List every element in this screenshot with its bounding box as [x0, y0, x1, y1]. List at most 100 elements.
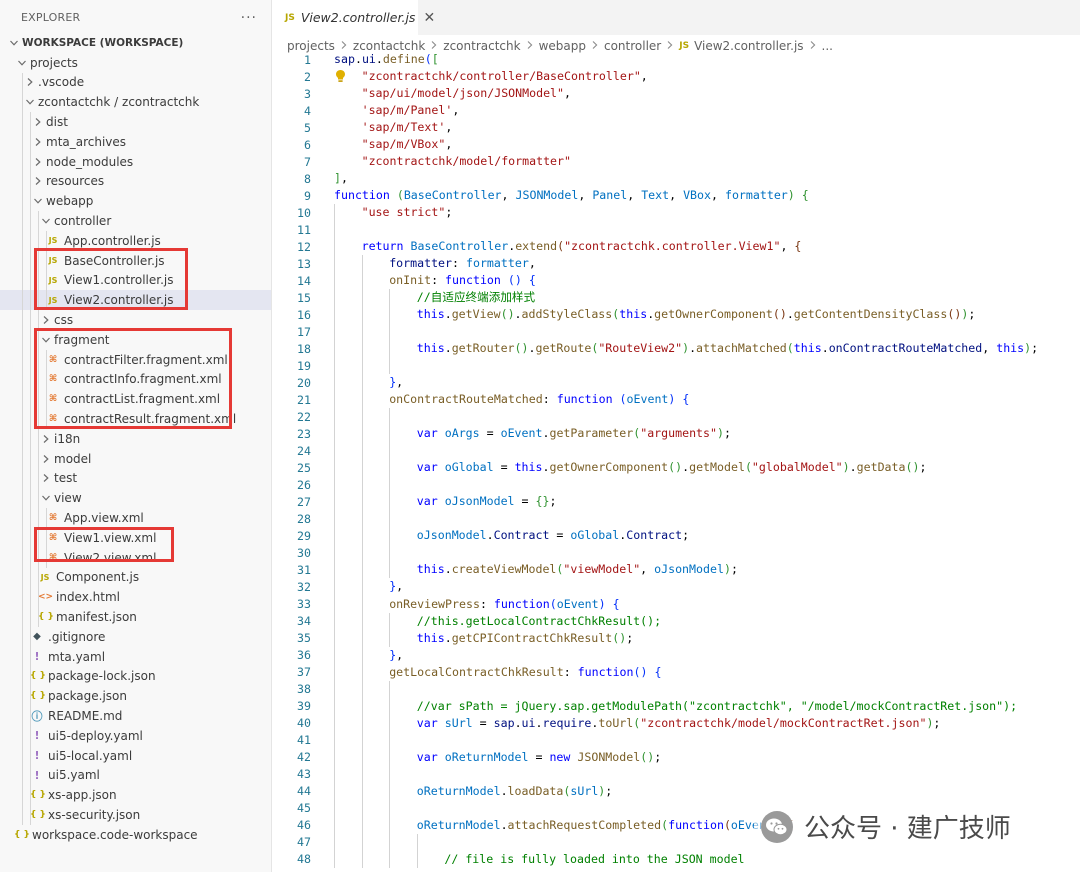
tree-item-label: View1.controller.js [64, 273, 174, 288]
indent-guide [38, 310, 39, 330]
more-actions-icon[interactable]: ··· [241, 10, 257, 26]
indent-guide [361, 799, 363, 817]
line-number: 39 [297, 699, 311, 714]
indent-guide [30, 191, 31, 212]
folder-item[interactable]: test [0, 468, 271, 489]
code-token: ; [682, 528, 690, 543]
file-item[interactable]: ⓘ README.md [0, 706, 271, 726]
code-token: , [445, 120, 453, 135]
js-file-icon: JS [48, 275, 58, 285]
folder-item[interactable]: i18n [0, 428, 271, 449]
indent-guide [361, 646, 363, 664]
code-area[interactable]: 1 sap.ui.define([2 "zcontractchk/controlle… [273, 51, 1080, 868]
file-item[interactable]: JS BaseController.js [0, 250, 271, 271]
indent-guide [38, 349, 39, 370]
indent-guide [30, 686, 31, 707]
indent-guide [30, 508, 31, 528]
file-item[interactable]: ! ui5.yaml [0, 765, 271, 786]
indent-guide [334, 357, 335, 375]
file-item[interactable]: JS View1.controller.js [0, 270, 271, 291]
tree-item-label: ui5-local.yaml [48, 748, 133, 763]
indent-guide [334, 629, 335, 647]
file-item[interactable]: JS App.controller.js [0, 230, 271, 251]
folder-item[interactable]: dist [0, 112, 271, 132]
tree-item-label: fragment [54, 332, 110, 347]
line-number: 18 [297, 341, 311, 356]
watermark: 公众号 · 建广技师 [754, 808, 1017, 845]
file-item[interactable]: <> index.html [0, 587, 271, 608]
folder-item[interactable]: WORKSPACE (WORKSPACE) [0, 33, 271, 53]
file-item[interactable]: ⌘ contractInfo.fragment.xml [0, 369, 271, 390]
folder-item[interactable]: view [0, 488, 271, 509]
folder-item[interactable]: zcontactchk / zcontractchk [0, 92, 271, 113]
file-item[interactable]: { } xs-security.json [0, 805, 271, 825]
folder-item[interactable]: .vscode [0, 72, 271, 93]
chevron-right-icon [38, 434, 54, 444]
file-item[interactable]: { } xs-app.json [0, 785, 271, 806]
file-item[interactable]: ! ui5-local.yaml [0, 745, 271, 766]
file-item[interactable]: ! mta.yaml [0, 646, 271, 667]
folder-item[interactable]: resources [0, 171, 271, 192]
tab-view2-controller[interactable]: JS View2.controller.js ✕ [273, 0, 435, 35]
indent-guide [334, 493, 335, 511]
indent-guide [30, 409, 31, 429]
indent-guide [38, 468, 39, 489]
code-token: , [445, 137, 453, 152]
folder-item[interactable]: fragment [0, 329, 271, 350]
file-item[interactable]: ◆ .gitignore [0, 626, 271, 647]
code-token: function [668, 817, 724, 832]
code-token: , [396, 647, 404, 662]
code-token: getRouter [451, 341, 515, 356]
code-token: Contract [493, 528, 550, 543]
folder-item[interactable]: webapp [0, 191, 271, 212]
line-number: 22 [297, 409, 311, 424]
folder-item[interactable]: mta_archives [0, 131, 271, 152]
file-item[interactable]: JS Component.js [0, 567, 271, 588]
file-item[interactable]: ⌘ View2.view.xml [0, 547, 271, 568]
code-token: function [556, 392, 613, 407]
indent-guide [30, 805, 31, 825]
lightbulb-icon[interactable] [335, 69, 346, 86]
indent-guide [361, 595, 363, 613]
code-token: // file is fully loaded into the JSON mo… [444, 851, 745, 866]
code-token: oEvent [626, 392, 669, 407]
tree-item-label: index.html [56, 590, 120, 605]
line-number: 48 [297, 852, 311, 867]
file-item[interactable]: { } package.json [0, 686, 271, 707]
folder-item[interactable]: css [0, 310, 271, 330]
file-item[interactable]: ⌘ contractFilter.fragment.xml [0, 349, 271, 370]
close-icon[interactable]: ✕ [423, 10, 435, 26]
folder-item[interactable]: controller [0, 211, 271, 231]
file-item[interactable]: ⌘ contractList.fragment.xml [0, 389, 271, 410]
file-item[interactable]: JS View2.controller.js [0, 290, 271, 311]
folder-item[interactable]: node_modules [0, 151, 271, 172]
code-token: this [416, 307, 445, 322]
line-number: 45 [297, 801, 311, 816]
file-item[interactable]: { } workspace.code-workspace [0, 825, 271, 845]
file-item[interactable]: { } manifest.json [0, 607, 271, 627]
tree-item-label: xs-security.json [48, 807, 141, 822]
folder-item[interactable]: model [0, 448, 271, 469]
code-token: oJsonModel [654, 562, 724, 577]
code-text: "zcontractchk/controller/BaseController"… [362, 68, 648, 85]
code-line: 29 oJsonModel.Contract = oGlobal.Contract… [273, 527, 1080, 545]
indent-guide [30, 488, 31, 509]
file-item[interactable]: ⌘ View1.view.xml [0, 527, 271, 548]
file-item[interactable]: ! ui5-deploy.yaml [0, 725, 271, 746]
code-text: sap.ui.define([ [334, 51, 439, 68]
folder-item[interactable]: projects [0, 53, 271, 73]
code-token: "zcontractchk/model/mockContractRet.json… [640, 715, 927, 730]
file-item[interactable]: ⌘ App.view.xml [0, 508, 271, 528]
file-item[interactable]: { } package-lock.json [0, 666, 271, 687]
code-token: VBox [683, 188, 711, 203]
file-item[interactable]: ⌘ contractResult.fragment.xml [0, 409, 271, 429]
code-line: 40 var sUrl = sap.ui.require.toUrl("zcont… [273, 714, 1080, 732]
code-token: = [479, 426, 501, 441]
indent-guide [334, 476, 335, 494]
json-file-icon: { } [30, 671, 46, 682]
code-token: ( [507, 273, 515, 288]
code-token: formatter [724, 188, 788, 203]
